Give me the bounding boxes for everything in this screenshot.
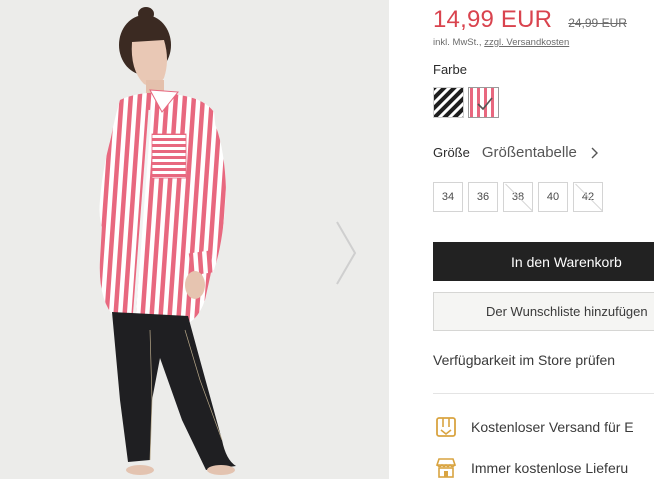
benefit-text: Immer kostenlose Lieferu <box>471 460 629 476</box>
price-current: 14,99 EUR <box>433 6 553 33</box>
color-label: Farbe <box>433 62 467 77</box>
size-option-36[interactable]: 36 <box>468 182 498 212</box>
size-option-38[interactable]: 38 <box>503 182 533 212</box>
store-availability-link[interactable]: Verfügbarkeit im Store prüfen <box>433 352 615 368</box>
tax-note: inkl. MwSt., zzgl. Versandkosten <box>433 37 569 48</box>
benefit-free-shipping: Kostenloser Versand für E <box>433 414 634 440</box>
product-image[interactable] <box>0 0 389 479</box>
size-option-40[interactable]: 40 <box>538 182 568 212</box>
shipping-costs-link[interactable]: zzgl. Versandkosten <box>484 37 569 48</box>
chevron-right-icon <box>336 221 357 285</box>
size-chart-link[interactable]: Größentabelle <box>482 144 577 161</box>
add-to-cart-button[interactable]: In den Warenkorb <box>433 242 654 281</box>
box-shipping-icon <box>433 414 459 440</box>
benefit-store-delivery: Immer kostenlose Lieferu <box>433 455 628 479</box>
section-divider <box>433 393 654 394</box>
price-row: 14,99 EUR 24,99 EUR <box>433 6 627 38</box>
chevron-right-icon[interactable] <box>591 147 599 159</box>
size-option-34[interactable]: 34 <box>433 182 463 212</box>
size-header: Größe Größentabelle <box>433 144 599 161</box>
image-gutter <box>389 0 405 479</box>
product-details-panel: 14,99 EUR 24,99 EUR inkl. MwSt., zzgl. V… <box>433 0 654 479</box>
benefit-text: Kostenloser Versand für E <box>471 419 634 435</box>
size-options: 34 36 38 40 42 <box>433 182 603 212</box>
next-image-arrow[interactable] <box>333 218 369 298</box>
color-swatch-pink-white[interactable] <box>468 87 499 118</box>
price-old: 24,99 EUR <box>568 16 627 30</box>
black-white-stripe-swatch <box>434 88 463 117</box>
model-illustration <box>99 7 236 475</box>
tax-note-text: inkl. MwSt., <box>433 37 482 48</box>
size-option-42[interactable]: 42 <box>573 182 603 212</box>
add-to-wishlist-button[interactable]: Der Wunschliste hinzufügen <box>433 292 654 331</box>
size-label: Größe <box>433 145 470 160</box>
store-icon <box>433 455 459 479</box>
color-swatch-black-white[interactable] <box>433 87 464 118</box>
pink-white-stripe-swatch <box>469 88 498 117</box>
color-swatches <box>433 87 499 118</box>
